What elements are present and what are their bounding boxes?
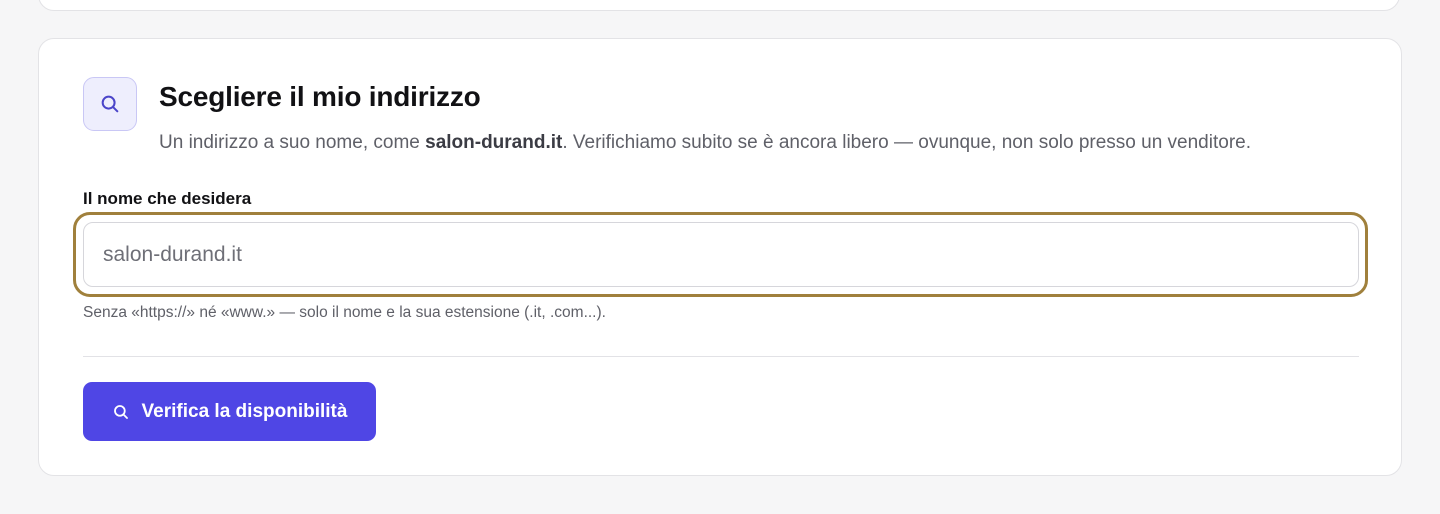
previous-card: [38, 0, 1400, 11]
domain-field-label: Il nome che desidera: [83, 189, 252, 208]
check-availability-button[interactable]: Verifica la disponibilità: [83, 382, 376, 441]
divider: [83, 356, 1359, 357]
search-icon: [112, 403, 130, 421]
search-icon: [101, 95, 119, 113]
check-availability-label: Verifica la disponibilità: [141, 400, 348, 422]
subtitle-text-start: Un indirizzo a suo nome, come: [159, 132, 426, 153]
domain-name-input[interactable]: [83, 222, 1359, 287]
subtitle-example-domain: salon-durand.it: [425, 132, 563, 153]
domain-field-hint: Senza «https://» né «www.» — solo il nom…: [83, 304, 606, 321]
choose-address-card: Scegliere il mio indirizzo Un indirizzo …: [38, 38, 1402, 476]
subtitle-text-end: . Verifichiamo subito se è ancora libero…: [562, 132, 1251, 153]
section-title: Scegliere il mio indirizzo: [159, 81, 481, 112]
section-icon-tile: [83, 77, 137, 131]
section-subtitle: Un indirizzo a suo nome, come salon-dura…: [159, 132, 1251, 154]
